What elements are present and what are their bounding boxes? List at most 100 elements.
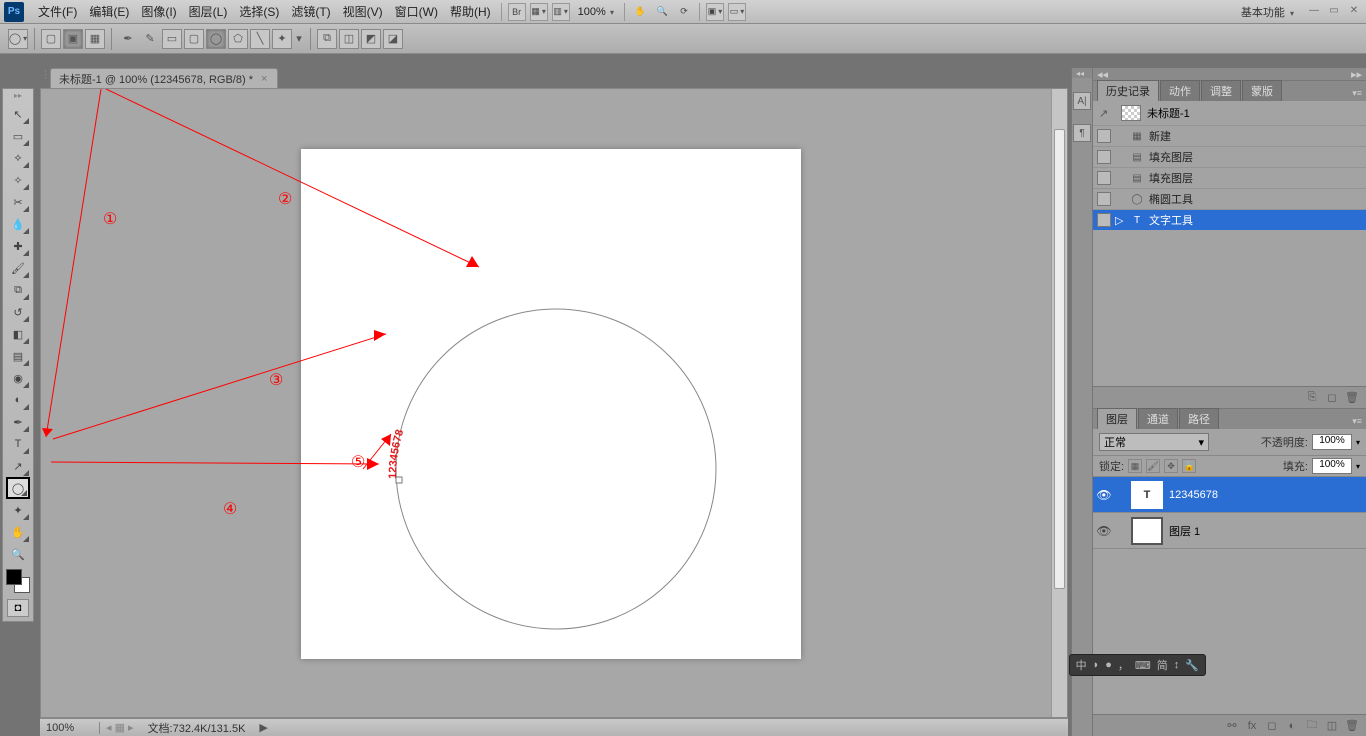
move-tool[interactable]: ↖	[6, 103, 30, 125]
gradient-tool[interactable]: ▤	[6, 345, 30, 367]
minimize-button[interactable]: —	[1306, 5, 1322, 19]
layer-mask-icon[interactable]: ◻	[1264, 718, 1280, 734]
mini-bridge-icon[interactable]: ▦▾	[530, 3, 548, 21]
history-item[interactable]: ▤填充图层	[1093, 146, 1366, 167]
pen-icon[interactable]: ✒	[118, 29, 138, 49]
ime-toolbar[interactable]: 中 ◗ ● ， ⌨ 简 ↕ 🔧	[1069, 654, 1206, 676]
eraser-tool[interactable]: ◧	[6, 323, 30, 345]
tab-adjustments[interactable]: 调整	[1201, 80, 1241, 101]
layer-thumb[interactable]: T	[1131, 481, 1163, 509]
tab-masks[interactable]: 蒙版	[1242, 80, 1282, 101]
tool-preset[interactable]: ◯▾	[8, 29, 28, 49]
create-doc-from-state-icon[interactable]: ⎘	[1304, 390, 1320, 406]
toolbox-grip[interactable]: ▸▸	[3, 93, 33, 103]
workspace-switcher[interactable]: 基本功能 ▾	[1233, 4, 1302, 20]
group-icon[interactable]: 🗀	[1304, 718, 1320, 734]
history-snapshot[interactable]: ↗ 未标题-1	[1093, 101, 1366, 125]
path-select-tool[interactable]: ↗	[6, 455, 30, 477]
shape-options-dd[interactable]: ▾	[294, 29, 304, 49]
line-shape-icon[interactable]: ╲	[250, 29, 270, 49]
menu-window[interactable]: 窗口(W)	[389, 3, 444, 20]
fg-color-swatch[interactable]	[6, 569, 22, 585]
tab-layers[interactable]: 图层	[1097, 408, 1137, 429]
delete-layer-icon[interactable]: 🗑	[1344, 718, 1360, 734]
freeform-pen-icon[interactable]: ✎	[140, 29, 160, 49]
tab-actions[interactable]: 动作	[1160, 80, 1200, 101]
history-item[interactable]: ▷T文字工具	[1093, 209, 1366, 230]
vertical-scrollbar[interactable]	[1051, 89, 1067, 717]
layer-row[interactable]: 👁 图层 1	[1093, 513, 1366, 549]
strip-grip[interactable]: ◂◂	[1072, 68, 1092, 78]
shape-layer-mode[interactable]: ▢	[41, 29, 61, 49]
status-grip[interactable]: ◂ ▦ ▸	[100, 721, 140, 734]
lock-pixels-icon[interactable]: 🖌	[1146, 459, 1160, 473]
extras-icon[interactable]: ▥▾	[552, 3, 570, 21]
layer-name[interactable]: 图层 1	[1169, 523, 1200, 539]
tab-grip[interactable]: ⋮⋮	[40, 68, 50, 88]
zoom-tool[interactable]: 🔍	[6, 543, 30, 565]
path-anchor[interactable]	[396, 477, 402, 483]
eyedropper-tool[interactable]: 💧	[6, 213, 30, 235]
link-layers-icon[interactable]: ⚯	[1224, 718, 1240, 734]
history-toggle[interactable]	[1097, 171, 1111, 185]
menu-file[interactable]: 文件(F)	[32, 3, 83, 20]
status-more-icon[interactable]: ▶	[253, 721, 273, 734]
menu-edit[interactable]: 编辑(E)	[83, 3, 135, 20]
tab-history[interactable]: 历史记录	[1097, 80, 1159, 101]
character-panel-icon[interactable]: A|	[1073, 92, 1091, 110]
menu-select[interactable]: 选择(S)	[233, 3, 285, 20]
history-toggle[interactable]	[1097, 192, 1111, 206]
history-toggle[interactable]	[1097, 213, 1111, 227]
blur-tool[interactable]: ◉	[6, 367, 30, 389]
scrollbar-thumb[interactable]	[1054, 129, 1065, 589]
layer-name[interactable]: 12345678	[1169, 489, 1218, 501]
delete-state-icon[interactable]: 🗑	[1344, 390, 1360, 406]
tab-paths[interactable]: 路径	[1179, 408, 1219, 429]
fill-input[interactable]: 100%	[1312, 458, 1352, 474]
heal-tool[interactable]: ✚	[6, 235, 30, 257]
shape-tool[interactable]: ◯	[6, 477, 30, 499]
document-tab[interactable]: 未标题-1 @ 100% (12345678, RGB/8) * ×	[50, 68, 278, 88]
close-tab-icon[interactable]: ×	[261, 73, 267, 85]
layer-thumb[interactable]	[1131, 517, 1163, 545]
rotate-icon[interactable]: ⟳	[675, 3, 693, 21]
path-mode[interactable]: ▣	[63, 29, 83, 49]
3d-tool[interactable]: ✦	[6, 499, 30, 521]
layer-row[interactable]: 👁T12345678	[1093, 477, 1366, 513]
crop-tool[interactable]: ✂	[6, 191, 30, 213]
ellipse-shape-icon[interactable]: ◯	[206, 29, 226, 49]
path-combine-int[interactable]: ◩	[361, 29, 381, 49]
blend-mode-select[interactable]: 正常▾	[1099, 433, 1209, 451]
history-item[interactable]: ▤填充图层	[1093, 167, 1366, 188]
type-tool[interactable]: T	[6, 433, 30, 455]
history-toggle[interactable]	[1097, 129, 1111, 143]
polygon-shape-icon[interactable]: ⬠	[228, 29, 248, 49]
layer-style-icon[interactable]: fx	[1244, 718, 1260, 734]
lock-all-icon[interactable]: 🔒	[1182, 459, 1196, 473]
lock-position-icon[interactable]: ✥	[1164, 459, 1178, 473]
opacity-input[interactable]: 100%	[1312, 434, 1352, 450]
screenmode-icon[interactable]: ▭▾	[728, 3, 746, 21]
path-combine-add[interactable]: ⧉	[317, 29, 337, 49]
panel-menu-icon[interactable]: ▾≡	[1348, 86, 1366, 101]
menu-layer[interactable]: 图层(L)	[183, 3, 234, 20]
dodge-tool[interactable]: ◐	[6, 389, 30, 411]
status-zoom[interactable]: 100%	[40, 722, 100, 734]
menu-filter[interactable]: 滤镜(T)	[285, 3, 336, 20]
color-swatches[interactable]	[6, 569, 30, 593]
maximize-button[interactable]: ▭	[1326, 5, 1342, 19]
path-combine-exc[interactable]: ◪	[383, 29, 403, 49]
visibility-icon[interactable]: 👁	[1097, 524, 1111, 538]
paragraph-panel-icon[interactable]: ¶	[1073, 124, 1091, 142]
marquee-tool[interactable]: ▭	[6, 125, 30, 147]
zoom-readout[interactable]: 100% ▾	[572, 6, 620, 18]
hand-tool[interactable]: ✋	[6, 521, 30, 543]
menu-view[interactable]: 视图(V)	[337, 3, 389, 20]
hand-icon[interactable]: ✋	[631, 3, 649, 21]
fill-pixels-mode[interactable]: ▦	[85, 29, 105, 49]
quickmask-toggle[interactable]: ◘	[7, 599, 29, 617]
panels-grip[interactable]: ◂◂▸▸	[1093, 68, 1366, 80]
zoom-icon[interactable]: 🔍	[653, 3, 671, 21]
tab-channels[interactable]: 通道	[1138, 408, 1178, 429]
wand-tool[interactable]: ✧	[6, 169, 30, 191]
